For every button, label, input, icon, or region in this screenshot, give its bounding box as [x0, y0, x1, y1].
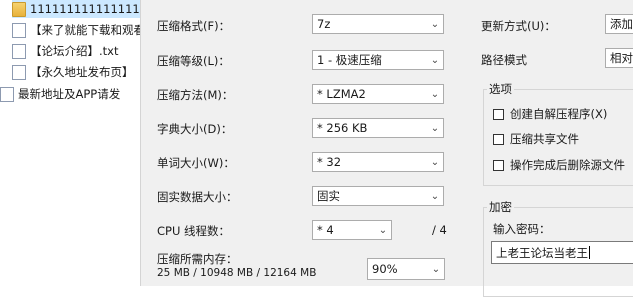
chevron-down-icon: ⌄ — [430, 54, 440, 66]
dict-value: * 256 KB — [317, 121, 368, 135]
chevron-down-icon: ⌄ — [430, 88, 440, 100]
path-value: 相对 — [610, 51, 633, 65]
file-item-folder[interactable]: 1111111111111111 — [12, 0, 145, 18]
document-icon — [12, 64, 26, 80]
format-label: 压缩格式(F)： — [157, 19, 231, 33]
file-item[interactable]: 【永久地址发布页】 — [12, 63, 145, 81]
file-list: 1111111111111111 【来了就能下载和观看 【论坛介绍】.txt 【… — [0, 0, 145, 286]
dict-select[interactable]: * 256 KB ⌄ — [312, 118, 444, 138]
document-icon — [12, 22, 26, 38]
solid-value: 固实 — [317, 189, 340, 203]
update-label: 更新方式(U)： — [481, 19, 556, 33]
cpu-label: CPU 线程数： — [157, 224, 231, 238]
folder-icon — [12, 1, 26, 17]
options-title: 选项 — [487, 81, 514, 97]
format-select[interactable]: 7z ⌄ — [312, 14, 444, 34]
method-value: * LZMA2 — [317, 87, 366, 101]
delete-after-label: 操作完成后删除源文件 — [510, 158, 625, 172]
cpu-threads-select[interactable]: * 4 ⌄ — [312, 220, 392, 240]
cpu-total: / 4 — [432, 223, 447, 237]
level-value: 1 - 极速压缩 — [317, 53, 382, 67]
password-value: 上老王论坛当老王 — [496, 245, 588, 260]
format-value: 7z — [317, 17, 331, 31]
chevron-down-icon: ⌄ — [378, 224, 388, 236]
path-label: 路径模式 — [481, 53, 527, 67]
chevron-down-icon: ⌄ — [430, 190, 440, 202]
word-value: * 32 — [317, 155, 342, 169]
checkbox-box — [493, 108, 504, 120]
solid-label: 固实数据大小： — [157, 190, 238, 204]
level-select[interactable]: 1 - 极速压缩 ⌄ — [312, 50, 444, 70]
word-label: 单词大小(W)： — [157, 156, 235, 170]
update-value: 添加 — [610, 17, 633, 31]
shared-files-checkbox[interactable]: 压缩共享文件 — [493, 131, 579, 147]
memory-detail: 25 MB / 10948 MB / 12164 MB — [157, 267, 317, 279]
solid-select[interactable]: 固实 ⌄ — [312, 186, 444, 206]
method-select[interactable]: * LZMA2 ⌄ — [312, 84, 444, 104]
file-name: 【永久地址发布页】 — [30, 65, 134, 79]
file-name: 最新地址及APP请发 — [18, 87, 121, 101]
memory-percent-value: 90% — [372, 262, 398, 276]
document-icon — [0, 86, 14, 102]
chevron-down-icon: ⌄ — [430, 18, 440, 30]
file-item[interactable]: 最新地址及APP请发 — [0, 85, 140, 103]
password-input[interactable]: 上老王论坛当老王 — [491, 241, 633, 264]
file-name: 【来了就能下载和观看 — [30, 23, 145, 37]
chevron-down-icon: ⌄ — [431, 263, 441, 275]
path-select[interactable]: 相对 — [605, 48, 633, 68]
file-item[interactable]: 【来了就能下载和观看 — [12, 21, 145, 39]
document-icon — [12, 43, 26, 59]
file-name: 1111111111111111 — [30, 2, 145, 16]
sfx-label: 创建自解压程序(X) — [510, 107, 608, 121]
word-select[interactable]: * 32 ⌄ — [312, 152, 444, 172]
cpu-value: * 4 — [317, 223, 334, 237]
checkbox-box — [493, 133, 504, 145]
method-label: 压缩方法(M)： — [157, 88, 234, 102]
update-select[interactable]: 添加 — [605, 14, 633, 34]
password-label: 输入密码： — [493, 222, 551, 236]
file-name: 【论坛介绍】.txt — [30, 44, 119, 58]
sfx-checkbox[interactable]: 创建自解压程序(X) — [493, 106, 607, 122]
shared-files-label: 压缩共享文件 — [510, 132, 579, 146]
level-label: 压缩等级(L)： — [157, 54, 230, 68]
text-caret — [589, 246, 590, 259]
memory-label: 压缩所需内存： — [157, 252, 238, 266]
encrypt-title: 加密 — [487, 199, 514, 215]
file-item[interactable]: 【论坛介绍】.txt — [12, 42, 145, 60]
dict-label: 字典大小(D)： — [157, 122, 233, 136]
memory-percent-select[interactable]: 90% ⌄ — [367, 258, 445, 280]
delete-after-checkbox[interactable]: 操作完成后删除源文件 — [493, 157, 625, 173]
checkbox-box — [493, 159, 504, 171]
chevron-down-icon: ⌄ — [430, 156, 440, 168]
chevron-down-icon: ⌄ — [430, 122, 440, 134]
